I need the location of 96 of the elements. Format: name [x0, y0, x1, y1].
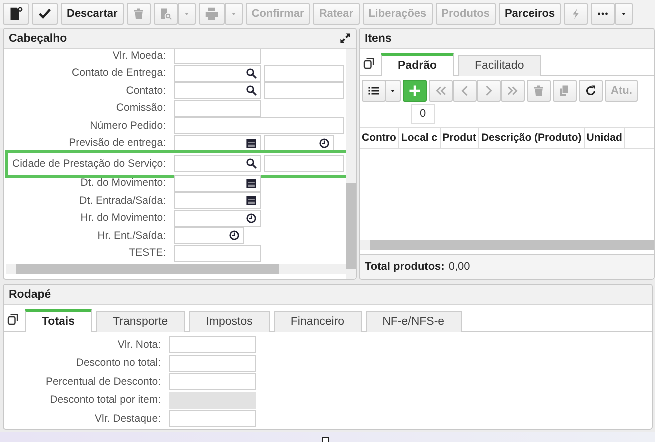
field-label: Desconto total por item:	[49, 394, 162, 406]
tab[interactable]: Impostos	[189, 311, 270, 332]
field-label: Hr. Ent./Saída:	[96, 230, 167, 242]
field-label: Dt. do Movimento:	[80, 177, 167, 190]
input-field[interactable]	[174, 64, 261, 82]
toolbar-button[interactable]: Descartar	[61, 3, 124, 25]
column-header[interactable]: Local c	[399, 128, 441, 148]
clock-icon	[319, 138, 330, 149]
clock-icon	[229, 230, 240, 242]
caret-icon	[182, 10, 191, 18]
windows-icon	[363, 58, 375, 70]
field-label: Contato de Entrega:	[71, 67, 167, 80]
panel-title: Rodapé	[9, 288, 52, 300]
input-field[interactable]	[169, 354, 256, 372]
check-icon	[38, 7, 52, 21]
tab[interactable]: Padrão	[381, 53, 454, 76]
input-field[interactable]	[174, 227, 244, 244]
calendar-icon	[246, 178, 257, 189]
caret-icon	[389, 87, 397, 95]
field-label: Cidade de Prestação do Serviço:	[11, 158, 167, 170]
column-header[interactable]: Unidad	[584, 128, 626, 148]
document-search-icon	[160, 8, 172, 20]
caret-icon	[620, 10, 628, 18]
input-field[interactable]	[169, 410, 256, 428]
input-field[interactable]	[264, 64, 344, 82]
field-label: TESTE:	[128, 247, 167, 260]
field-label: Hr. do Movimento:	[80, 212, 167, 224]
field-label: Vlr. Nota:	[116, 338, 162, 351]
tooltip: 0	[411, 104, 435, 124]
input-field[interactable]	[174, 117, 344, 134]
search-icon	[246, 85, 257, 96]
tab[interactable]: Facilitado	[458, 55, 542, 76]
trash-icon	[132, 8, 145, 20]
field-label: Contato:	[125, 84, 167, 97]
field-label: Percentual de Desconto:	[45, 376, 162, 388]
column-header[interactable]: Descrição (Produto)	[479, 128, 585, 148]
tab[interactable]: NF-e/NFS-e	[366, 311, 462, 332]
column-header[interactable]: Contro	[360, 128, 400, 148]
document-icon	[9, 7, 23, 21]
input-field[interactable]	[174, 155, 261, 172]
input-field[interactable]	[174, 174, 261, 192]
new-button[interactable]	[3, 3, 29, 25]
tab[interactable]: Totais	[25, 309, 92, 332]
list-icon	[368, 85, 380, 97]
add-button[interactable]	[403, 80, 427, 102]
tab[interactable]: Financeiro	[274, 311, 362, 332]
field-label: Vlr. Moeda:	[112, 50, 167, 62]
documents-icon	[559, 85, 571, 97]
scrollbar-thumb[interactable]	[346, 183, 356, 269]
refresh-icon	[585, 85, 597, 97]
refresh-button[interactable]	[579, 80, 603, 102]
total-label: Total produtos:	[365, 261, 445, 273]
input-field[interactable]	[174, 134, 261, 152]
field-label: Número Pedido:	[89, 120, 167, 132]
square-icon	[322, 437, 329, 442]
clock-icon	[246, 212, 257, 224]
search-icon	[246, 68, 257, 79]
input-field[interactable]	[174, 244, 261, 262]
input-field[interactable]	[264, 134, 334, 152]
expand-icon	[340, 33, 351, 44]
input-field[interactable]	[169, 336, 256, 354]
input-field[interactable]	[174, 210, 261, 227]
save-button[interactable]	[32, 3, 58, 25]
field-label: Comissão:	[115, 102, 167, 114]
panel-title: Cabeçalho	[9, 32, 68, 44]
trash-icon	[533, 85, 545, 97]
column-header[interactable]: Produt	[440, 128, 480, 148]
calendar-icon	[246, 138, 257, 149]
field-label: Vlr. Destaque:	[94, 412, 162, 425]
printer-icon	[204, 7, 219, 21]
calendar-icon	[246, 195, 257, 206]
toolbar-button[interactable]: Parceiros	[498, 3, 562, 25]
input-field[interactable]	[174, 192, 261, 210]
total-value: 0,00	[448, 261, 470, 273]
tab[interactable]: Transporte	[96, 311, 186, 332]
scrollbar[interactable]	[346, 49, 356, 279]
caret-icon	[230, 10, 238, 18]
list-button[interactable]	[362, 80, 386, 102]
field-label: Previsão de entrega:	[68, 137, 167, 150]
input-field[interactable]	[169, 373, 256, 390]
double-left-icon	[435, 85, 447, 97]
panel-title: Itens	[365, 32, 392, 44]
scrollbar[interactable]	[6, 264, 346, 274]
more-button[interactable]	[591, 3, 616, 25]
input-field[interactable]	[174, 49, 261, 64]
double-right-icon	[507, 85, 519, 97]
input-field[interactable]	[174, 82, 261, 100]
input-field[interactable]	[264, 82, 344, 100]
input-field[interactable]	[264, 155, 344, 172]
search-icon	[246, 158, 257, 170]
field-label: Dt. Entrada/Saída:	[78, 194, 167, 207]
scrollbar-thumb[interactable]	[16, 264, 279, 274]
plus-icon	[409, 85, 421, 97]
input-field[interactable]	[174, 100, 261, 117]
windows-icon	[7, 314, 19, 326]
field-label: Desconto no total:	[75, 357, 162, 370]
